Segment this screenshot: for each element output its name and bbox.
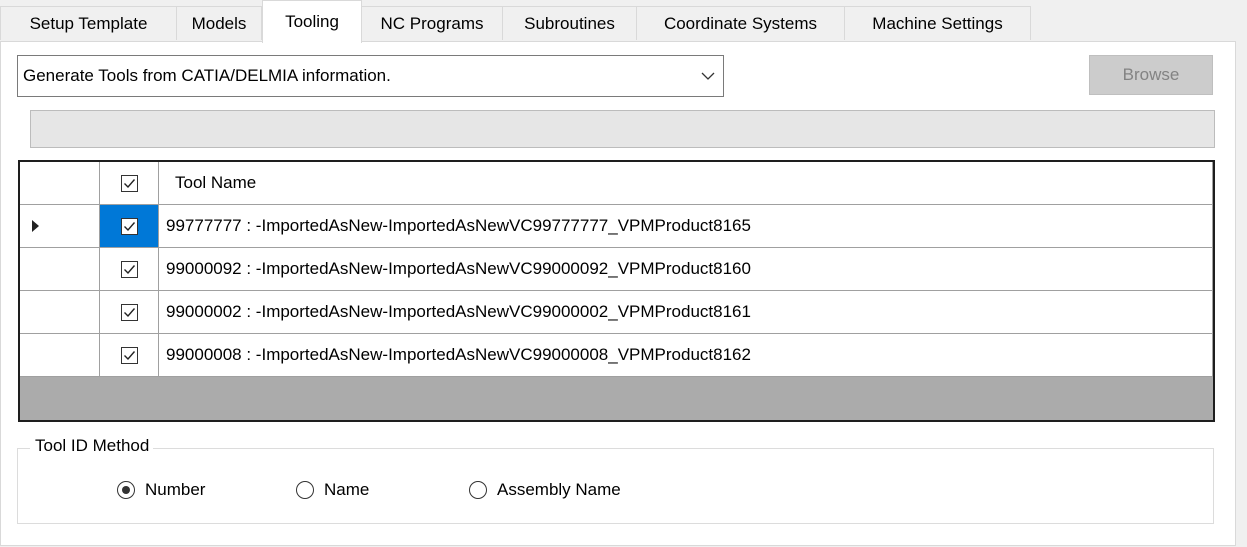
radio-assembly-name[interactable]: Assembly Name bbox=[469, 480, 621, 500]
tab-label: Models bbox=[191, 13, 247, 33]
tool-name-cell[interactable]: 99000008 : -ImportedAsNew-ImportedAsNewV… bbox=[159, 334, 1213, 377]
tab-tooling[interactable]: Tooling bbox=[262, 0, 362, 43]
tab-machine-settings[interactable]: Machine Settings bbox=[844, 6, 1031, 40]
radio-number[interactable]: Number bbox=[117, 480, 205, 500]
select-all-cell[interactable] bbox=[100, 162, 159, 205]
radio-name[interactable]: Name bbox=[296, 480, 369, 500]
row-checkbox-cell[interactable] bbox=[100, 248, 159, 291]
radio-button-icon[interactable] bbox=[469, 481, 487, 499]
tab-label: NC Programs bbox=[380, 13, 484, 33]
row-checkbox[interactable] bbox=[120, 217, 138, 235]
row-header[interactable] bbox=[20, 248, 100, 291]
tool-name-cell[interactable]: 99777777 : -ImportedAsNew-ImportedAsNewV… bbox=[159, 205, 1213, 248]
tab-label: Machine Settings bbox=[872, 13, 1003, 33]
tool-id-method-title: Tool ID Method bbox=[30, 436, 154, 456]
table-row[interactable]: 99000092 : -ImportedAsNew-ImportedAsNewV… bbox=[20, 248, 1213, 291]
radio-button-icon[interactable] bbox=[296, 481, 314, 499]
current-row-arrow-icon bbox=[32, 220, 39, 232]
radio-button-icon[interactable] bbox=[117, 481, 135, 499]
tab-label: Coordinate Systems bbox=[663, 13, 818, 33]
table-row[interactable]: 99777777 : -ImportedAsNew-ImportedAsNewV… bbox=[20, 205, 1213, 248]
radio-label: Name bbox=[324, 480, 370, 499]
tab-setup-template[interactable]: Setup Template bbox=[0, 6, 177, 40]
row-header[interactable] bbox=[20, 291, 100, 334]
row-checkbox-cell[interactable] bbox=[100, 205, 159, 248]
table-row[interactable]: 99000002 : -ImportedAsNew-ImportedAsNewV… bbox=[20, 291, 1213, 334]
tab-label: Setup Template bbox=[29, 13, 148, 33]
progress-bar bbox=[30, 110, 1215, 148]
tab-label: Tooling bbox=[285, 12, 339, 31]
radio-selected-dot bbox=[122, 486, 130, 494]
radio-label: Number bbox=[145, 480, 206, 499]
column-header-tool-name[interactable]: Tool Name bbox=[159, 162, 1213, 205]
tab-subroutines[interactable]: Subroutines bbox=[502, 6, 637, 40]
tab-coordinate-systems[interactable]: Coordinate Systems bbox=[636, 6, 845, 40]
tool-name-cell[interactable]: 99000002 : -ImportedAsNew-ImportedAsNewV… bbox=[159, 291, 1213, 334]
tab-nc-programs[interactable]: NC Programs bbox=[361, 6, 503, 40]
select-all-checkbox[interactable] bbox=[120, 174, 138, 192]
row-checkbox[interactable] bbox=[120, 346, 138, 364]
tool-source-dropdown[interactable]: Generate Tools from CATIA/DELMIA informa… bbox=[17, 55, 724, 97]
tools-grid: Tool Name 99777777 : -ImportedAsNew-Impo… bbox=[18, 160, 1215, 422]
row-checkbox[interactable] bbox=[120, 260, 138, 278]
tab-label: Subroutines bbox=[524, 13, 615, 33]
table-row[interactable]: 99000008 : -ImportedAsNew-ImportedAsNewV… bbox=[20, 334, 1213, 377]
tab-strip: Setup Template Models Tooling NC Program… bbox=[0, 0, 1247, 43]
row-checkbox-cell[interactable] bbox=[100, 291, 159, 334]
row-header-corner bbox=[20, 162, 100, 205]
row-checkbox[interactable] bbox=[120, 303, 138, 321]
row-checkbox-cell[interactable] bbox=[100, 334, 159, 377]
row-header[interactable] bbox=[20, 205, 100, 248]
grid-header-row: Tool Name bbox=[20, 162, 1213, 205]
radio-label: Assembly Name bbox=[497, 480, 621, 499]
tool-source-value: Generate Tools from CATIA/DELMIA informa… bbox=[23, 66, 391, 85]
tool-name-cell[interactable]: 99000092 : -ImportedAsNew-ImportedAsNewV… bbox=[159, 248, 1213, 291]
row-header[interactable] bbox=[20, 334, 100, 377]
tab-models[interactable]: Models bbox=[176, 6, 262, 40]
browse-button[interactable]: Browse bbox=[1089, 55, 1213, 95]
chevron-down-icon[interactable] bbox=[693, 72, 723, 81]
